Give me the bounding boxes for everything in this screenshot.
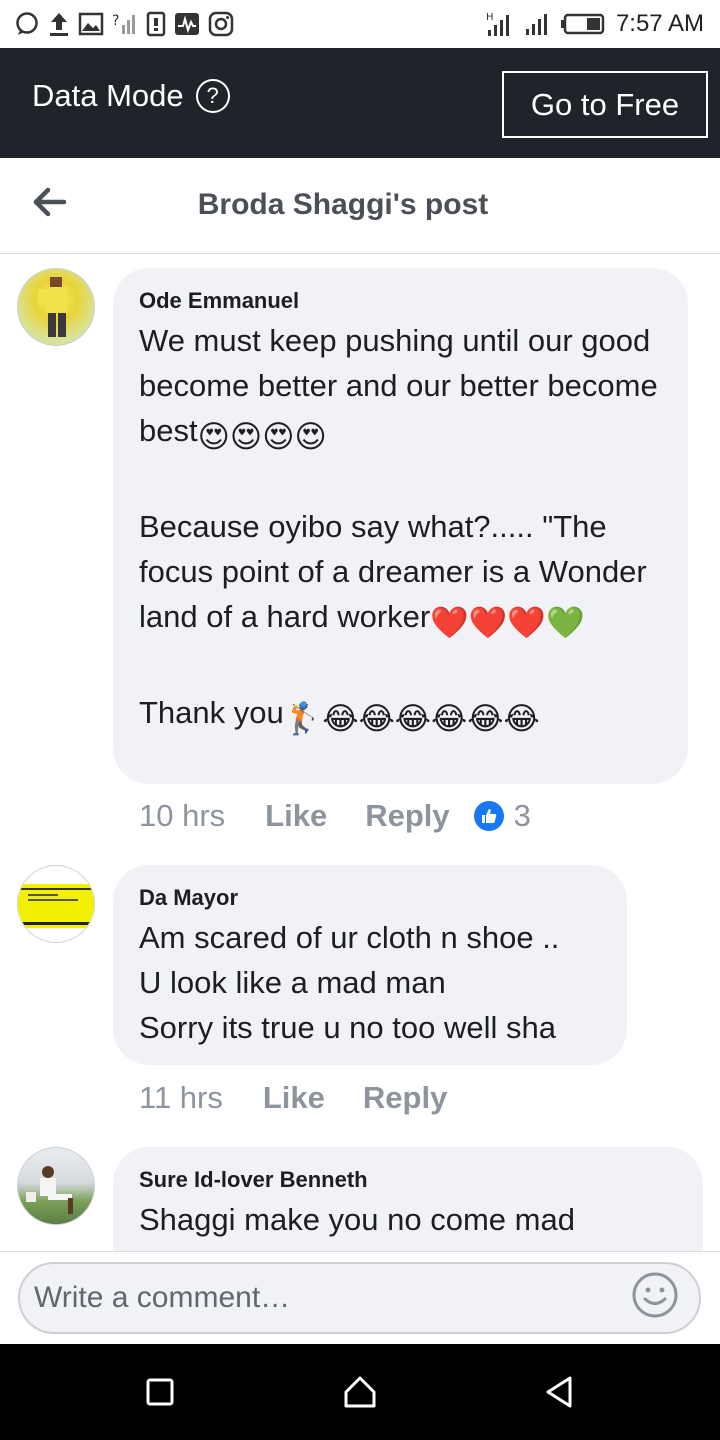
like-button[interactable]: Like — [265, 798, 327, 834]
home-icon[interactable] — [340, 1372, 380, 1412]
activity-icon — [175, 13, 199, 35]
comment-author[interactable]: Da Mayor — [139, 885, 601, 911]
data-mode-title: Data Mode ? — [32, 78, 230, 114]
avatar[interactable] — [17, 865, 95, 943]
svg-text:?: ? — [112, 13, 119, 29]
upload-icon — [50, 13, 68, 36]
comment-actions: 11 hrs Like Reply — [139, 1080, 485, 1116]
sim-icon — [146, 11, 166, 37]
comments-list[interactable]: Ode Emmanuel We must keep pushing until … — [0, 255, 720, 1251]
status-icons-left: ? — [14, 10, 234, 38]
system-nav-bar — [0, 1344, 720, 1440]
go-to-free-button[interactable]: Go to Free — [502, 71, 708, 138]
smiley-icon[interactable] — [630, 1270, 680, 1320]
data-mode-bar: Data Mode ? Go to Free — [0, 48, 720, 158]
avatar-image — [18, 884, 94, 928]
hearts-emoji: ❤️❤️❤️💚 — [430, 605, 585, 640]
signal-h-icon: H — [486, 12, 509, 36]
comment-paragraph: Thank you — [139, 695, 284, 730]
signal-bars-icon — [525, 14, 547, 35]
like-button[interactable]: Like — [263, 1080, 325, 1116]
thumbs-up-icon — [473, 801, 504, 831]
laughing-emoji: 🏌😂😂😂😂😂😂 — [283, 701, 540, 736]
data-mode-label: Data Mode — [32, 78, 184, 113]
post-header: Broda Shaggi's post — [0, 158, 720, 254]
comment-author[interactable]: Ode Emmanuel — [139, 288, 662, 314]
comment-composer: Write a comment… — [0, 1251, 720, 1344]
page-title: Broda Shaggi's post — [197, 188, 489, 221]
heart-eyes-emoji: 😍😍😍😍 — [197, 419, 327, 454]
comment-author[interactable]: Sure Id-lover Benneth — [139, 1167, 677, 1193]
status-bar: ? H 7:57 AM — [0, 0, 720, 48]
comment-text: We must keep pushing until our good beco… — [139, 318, 662, 741]
reaction-summary[interactable]: 3 — [473, 798, 531, 834]
comment-bubble: Ode Emmanuel We must keep pushing until … — [113, 268, 688, 784]
no-signal-icon: ? — [112, 13, 135, 34]
avatar-image — [38, 277, 68, 337]
comment-bubble: Sure Id-lover Benneth Shaggi make you no… — [113, 1147, 703, 1251]
comment-text: Am scared of ur cloth n shoe .. U look l… — [139, 920, 560, 1045]
comment-input[interactable]: Write a comment… — [18, 1262, 701, 1334]
recent-apps-icon[interactable] — [140, 1372, 180, 1412]
avatar[interactable] — [17, 1147, 95, 1225]
comment-text: Shaggi make you no come mad — [139, 1202, 575, 1237]
comment-time: 10 hrs — [139, 798, 226, 833]
reply-button[interactable]: Reply — [363, 1080, 447, 1116]
reaction-count: 3 — [513, 798, 531, 833]
image-icon — [78, 12, 104, 36]
avatar-image — [26, 1166, 73, 1214]
back-icon[interactable] — [540, 1372, 580, 1412]
avatar[interactable] — [17, 268, 95, 346]
battery-icon — [560, 13, 605, 35]
help-icon[interactable]: ? — [195, 79, 230, 113]
clock: 7:57 AM — [615, 10, 704, 37]
chat-bubble-icon — [16, 12, 38, 35]
comment-time: 11 hrs — [139, 1080, 223, 1115]
svg-text:H: H — [486, 12, 494, 23]
status-icons-right: H 7:57 AM — [486, 8, 704, 40]
comment-bubble: Da Mayor Am scared of ur cloth n shoe ..… — [113, 865, 627, 1065]
comment-actions: 10 hrs Like Reply 3 — [139, 798, 531, 834]
reply-button[interactable]: Reply — [365, 798, 449, 834]
instagram-icon — [208, 11, 234, 37]
